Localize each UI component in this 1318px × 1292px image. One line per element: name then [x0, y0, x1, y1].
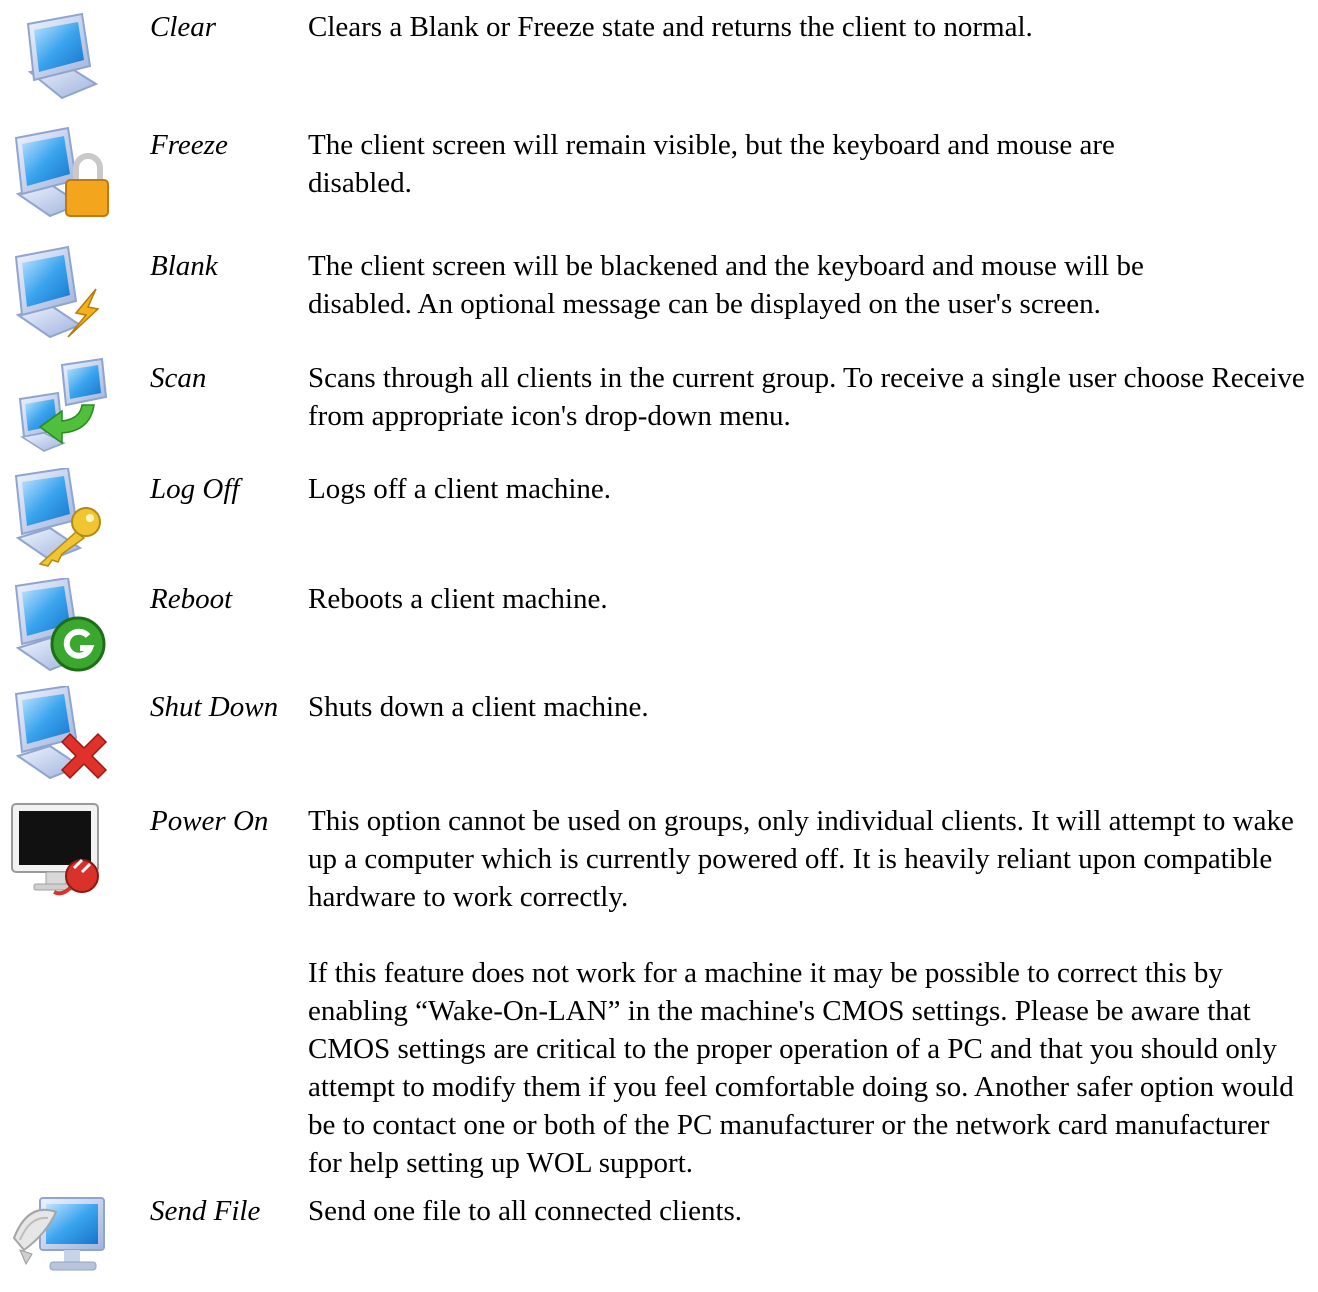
term-description: Send one file to all connected clients. — [308, 1192, 1308, 1230]
monitor-lock-icon — [10, 124, 110, 224]
monitor-send-file-icon — [10, 1190, 110, 1290]
description-paragraph: Clears a Blank or Freeze state and retur… — [308, 11, 1033, 43]
monitor-reboot-icon — [10, 578, 110, 678]
term-description: This option cannot be used on groups, on… — [308, 802, 1308, 1182]
term-label: Clear — [150, 11, 217, 43]
monitor-clear-icon — [10, 6, 110, 106]
monitors-scan-arrow-icon — [10, 357, 110, 457]
monitor-lightning-icon — [10, 245, 110, 345]
term-label: Scan — [150, 362, 207, 394]
description-paragraph: Reboots a client machine. — [308, 583, 608, 615]
term-label: Reboot — [150, 583, 233, 615]
term-label: Blank — [150, 250, 218, 282]
term-label: Power On — [150, 805, 269, 837]
description-paragraph: The client screen will be blackened and … — [308, 250, 1144, 320]
term-description: Logs off a client machine. — [308, 470, 1308, 508]
term-description: The client screen will remain visible, b… — [308, 126, 1208, 202]
monitor-key-icon — [10, 468, 110, 568]
description-paragraph: This option cannot be used on groups, on… — [308, 805, 1294, 913]
description-paragraph: Logs off a client machine. — [308, 473, 612, 505]
term-label: Send File — [150, 1195, 261, 1227]
description-paragraph: Shuts down a client machine. — [308, 691, 649, 723]
term-description: Scans through all clients in the current… — [308, 359, 1308, 435]
monitor-power-plug-icon — [10, 800, 110, 900]
description-paragraph: Scans through all clients in the current… — [308, 362, 1305, 432]
monitor-shutdown-x-icon — [10, 686, 110, 786]
term-label: Freeze — [150, 129, 228, 161]
term-description: Shuts down a client machine. — [308, 688, 1308, 726]
term-label: Log Off — [150, 473, 240, 505]
term-description: Clears a Blank or Freeze state and retur… — [308, 8, 1308, 46]
description-paragraph: Send one file to all connected clients. — [308, 1195, 743, 1227]
description-paragraph: If this feature does not work for a mach… — [308, 957, 1294, 1179]
term-label: Shut Down — [150, 691, 279, 723]
term-description: The client screen will be blackened and … — [308, 247, 1243, 323]
term-description: Reboots a client machine. — [308, 580, 1308, 618]
description-paragraph: The client screen will remain visible, b… — [308, 129, 1115, 199]
